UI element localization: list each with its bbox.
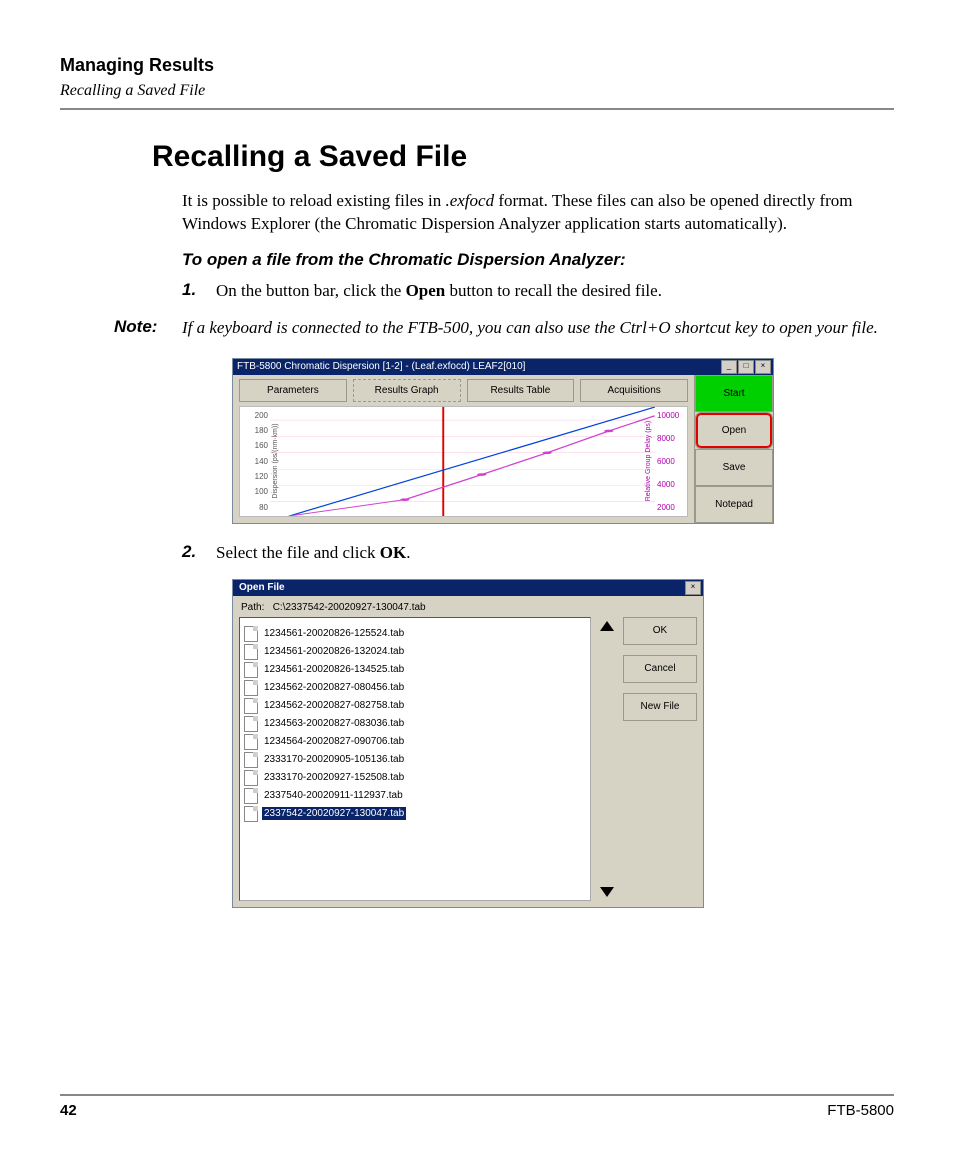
- new-file-button[interactable]: New File: [623, 693, 697, 721]
- openfile-close-button[interactable]: ×: [685, 581, 701, 595]
- openfile-titlebar: Open File ×: [233, 580, 703, 596]
- file-name: 2337540-20020911-112937.tab: [262, 789, 405, 802]
- step-1: 1. On the button bar, click the Open but…: [182, 280, 894, 303]
- scroll-down-icon[interactable]: [600, 887, 614, 897]
- product-name: FTB-5800: [827, 1102, 894, 1119]
- file-name: 1234561-20020826-132024.tab: [262, 645, 406, 658]
- ok-button[interactable]: OK: [623, 617, 697, 645]
- tab-results-table[interactable]: Results Table: [467, 379, 575, 402]
- step-2: 2. Select the file and click OK.: [182, 542, 894, 565]
- path-label: Path:: [241, 602, 264, 613]
- file-item[interactable]: 1234564-20020827-090706.tab: [244, 734, 586, 750]
- page-title: Recalling a Saved File: [152, 140, 894, 174]
- scroll-up-icon[interactable]: [600, 621, 614, 631]
- file-name: 1234561-20020826-134525.tab: [262, 663, 406, 676]
- dispersion-graph: 200 180 160 140 120 100 80 Dispersion (p…: [239, 406, 688, 517]
- file-name: 1234564-20020827-090706.tab: [262, 735, 406, 748]
- file-icon: [244, 806, 258, 822]
- file-list[interactable]: 1234561-20020826-125524.tab 1234561-20020…: [239, 617, 591, 901]
- path-value: C:\2337542-20020927-130047.tab: [273, 602, 426, 613]
- file-item[interactable]: 2337542-20020927-130047.tab: [244, 806, 586, 822]
- note-label: Note:: [114, 317, 182, 340]
- notepad-button[interactable]: Notepad: [695, 486, 773, 523]
- tab-acquisitions[interactable]: Acquisitions: [580, 379, 688, 402]
- footer-rule: [60, 1094, 894, 1096]
- cancel-button[interactable]: Cancel: [623, 655, 697, 683]
- file-icon: [244, 698, 258, 714]
- file-name: 1234561-20020826-125524.tab: [262, 627, 406, 640]
- step2-text: Select the file and click OK.: [216, 542, 411, 565]
- file-name: 1234563-20020827-083036.tab: [262, 717, 406, 730]
- file-item[interactable]: 1234561-20020826-134525.tab: [244, 662, 586, 678]
- page-number: 42: [60, 1102, 77, 1119]
- page-header: Managing Results Recalling a Saved File: [60, 55, 894, 110]
- file-item[interactable]: 1234562-20020827-080456.tab: [244, 680, 586, 696]
- file-icon: [244, 626, 258, 642]
- file-icon: [244, 644, 258, 660]
- file-icon: [244, 680, 258, 696]
- analyzer-button-bar: Start Open Save Notepad: [694, 375, 773, 523]
- open-button[interactable]: Open: [695, 412, 773, 449]
- openfile-title: Open File: [239, 582, 685, 593]
- file-name: 1234562-20020827-080456.tab: [262, 681, 406, 694]
- screenshot-open-file: Open File × Path: C:\2337542-20020927-13…: [232, 579, 704, 908]
- intro-format: .exfocd: [445, 191, 494, 210]
- note-block: Note: If a keyboard is connected to the …: [60, 317, 894, 340]
- analyzer-titlebar: FTB-5800 Chromatic Dispersion [1-2] - (L…: [233, 359, 773, 375]
- section-title: Recalling a Saved File: [60, 82, 894, 100]
- file-name: 2337542-20020927-130047.tab: [262, 807, 406, 820]
- tab-results-graph[interactable]: Results Graph: [353, 379, 461, 402]
- maximize-button[interactable]: □: [738, 360, 754, 374]
- ok-keyword: OK: [380, 543, 406, 562]
- file-name: 1234562-20020827-082758.tab: [262, 699, 406, 712]
- path-row: Path: C:\2337542-20020927-130047.tab: [241, 602, 697, 613]
- page-footer: 42 FTB-5800: [60, 1094, 894, 1119]
- procedure-heading: To open a file from the Chromatic Disper…: [182, 250, 894, 270]
- file-item[interactable]: 1234561-20020826-125524.tab: [244, 626, 586, 642]
- file-item[interactable]: 2337540-20020911-112937.tab: [244, 788, 586, 804]
- file-item[interactable]: 1234563-20020827-083036.tab: [244, 716, 586, 732]
- file-item[interactable]: 2333170-20020905-105136.tab: [244, 752, 586, 768]
- file-icon: [244, 716, 258, 732]
- file-icon: [244, 662, 258, 678]
- graph-svg: [270, 407, 655, 516]
- file-item[interactable]: 1234562-20020827-082758.tab: [244, 698, 586, 714]
- save-button[interactable]: Save: [695, 449, 773, 486]
- y-axis-right: 10000 8000 6000 4000 2000: [655, 407, 687, 516]
- file-item[interactable]: 1234561-20020826-132024.tab: [244, 644, 586, 660]
- chapter-title: Managing Results: [60, 55, 894, 76]
- minimize-button[interactable]: _: [721, 360, 737, 374]
- intro-paragraph: It is possible to reload existing files …: [182, 190, 894, 236]
- step1-num: 1.: [182, 280, 216, 303]
- tab-parameters[interactable]: Parameters: [239, 379, 347, 402]
- step2-num: 2.: [182, 542, 216, 565]
- analyzer-tabs: Parameters Results Graph Results Table A…: [233, 375, 694, 406]
- file-list-scrollbar[interactable]: [599, 617, 615, 901]
- file-name: 2333170-20020927-152508.tab: [262, 771, 406, 784]
- file-icon: [244, 734, 258, 750]
- y-axis-right-label: Relative Group Delay (ps): [645, 421, 652, 502]
- open-keyword: Open: [406, 281, 446, 300]
- file-name: 2333170-20020905-105136.tab: [262, 753, 406, 766]
- step1-text: On the button bar, click the Open button…: [216, 280, 662, 303]
- analyzer-title: FTB-5800 Chromatic Dispersion [1-2] - (L…: [237, 361, 721, 372]
- file-icon: [244, 752, 258, 768]
- close-button[interactable]: ×: [755, 360, 771, 374]
- start-button[interactable]: Start: [695, 375, 773, 412]
- intro-pre: It is possible to reload existing files …: [182, 191, 445, 210]
- screenshot-analyzer: FTB-5800 Chromatic Dispersion [1-2] - (L…: [232, 358, 774, 524]
- openfile-actions: OK Cancel New File: [623, 617, 697, 901]
- file-item[interactable]: 2333170-20020927-152508.tab: [244, 770, 586, 786]
- file-icon: [244, 788, 258, 804]
- header-rule: [60, 108, 894, 110]
- note-text: If a keyboard is connected to the FTB-50…: [182, 317, 878, 340]
- y-axis-left: 200 180 160 140 120 100 80: [240, 407, 270, 516]
- file-icon: [244, 770, 258, 786]
